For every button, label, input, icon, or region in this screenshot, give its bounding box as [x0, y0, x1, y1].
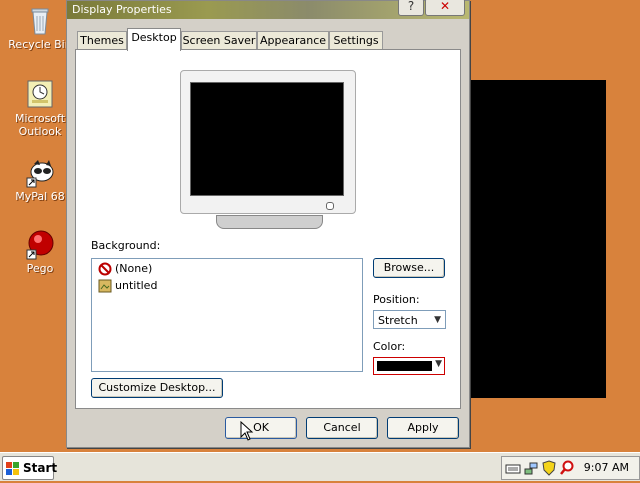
monitor-stand	[216, 215, 323, 229]
window-title: Display Properties	[72, 3, 172, 16]
color-swatch	[377, 361, 432, 371]
ok-button[interactable]: OK	[225, 417, 297, 439]
customize-desktop-button[interactable]: Customize Desktop...	[91, 378, 223, 398]
position-select[interactable]: Stretch ▼	[373, 310, 446, 329]
search-icon[interactable]	[559, 460, 575, 476]
mypal-icon	[24, 156, 56, 188]
button-label: Customize Desktop...	[98, 381, 216, 394]
system-tray: 9:07 AM	[501, 456, 640, 480]
monitor-preview	[180, 70, 356, 229]
cancel-button[interactable]: Cancel	[306, 417, 378, 439]
background-label: Background:	[91, 239, 161, 252]
tab-label: Settings	[333, 34, 379, 47]
tab-themes[interactable]: Themes	[77, 31, 127, 50]
outlook-icon	[24, 78, 56, 110]
button-label: Apply	[407, 421, 439, 434]
desktop-black-area	[469, 80, 606, 398]
monitor-screen	[190, 82, 344, 196]
close-icon: ✕	[439, 0, 451, 13]
network-icon[interactable]	[523, 460, 539, 476]
apply-button[interactable]: Apply	[387, 417, 459, 439]
none-icon	[98, 262, 112, 276]
pego-icon	[24, 228, 56, 260]
tab-label: Screen Saver	[182, 34, 256, 47]
button-label: Browse...	[383, 261, 435, 274]
clock[interactable]: 9:07 AM	[584, 461, 629, 474]
close-button[interactable]: ✕	[425, 0, 465, 16]
windows-logo-icon	[6, 461, 20, 475]
desktop-tab-panel: Background: (None) untitled Browse... Po…	[75, 49, 461, 409]
security-shield-icon[interactable]	[541, 460, 557, 476]
position-label: Position:	[373, 293, 420, 306]
tab-desktop[interactable]: Desktop	[127, 28, 181, 51]
list-item[interactable]: (None)	[98, 261, 152, 277]
image-file-icon	[98, 279, 112, 293]
tab-label: Themes	[80, 34, 124, 47]
button-label: Cancel	[323, 421, 361, 434]
tab-label: Desktop	[131, 31, 177, 44]
keyboard-icon[interactable]	[505, 460, 521, 476]
taskbar: Start 9:07 AM	[0, 452, 640, 481]
display-properties-window: Display Properties ? ✕ Themes Desktop Sc…	[66, 0, 470, 448]
browse-button[interactable]: Browse...	[373, 258, 445, 278]
list-item-label: untitled	[115, 279, 158, 292]
start-label: Start	[23, 461, 58, 475]
chevron-down-icon: ▼	[434, 315, 441, 325]
tab-label: Appearance	[259, 34, 327, 47]
position-value: Stretch	[378, 314, 418, 327]
tab-appearance[interactable]: Appearance	[257, 31, 329, 50]
monitor-power-icon	[326, 202, 334, 210]
start-button[interactable]: Start	[2, 456, 58, 480]
list-item[interactable]: untitled	[98, 278, 157, 294]
chevron-down-icon: ▼	[435, 359, 442, 369]
help-button[interactable]: ?	[398, 0, 424, 16]
recycle-bin-icon	[24, 4, 56, 36]
mouse-cursor-icon	[240, 420, 254, 441]
list-item-label: (None)	[115, 262, 153, 275]
window-titlebar[interactable]: Display Properties ? ✕	[67, 0, 469, 19]
color-label: Color:	[373, 340, 406, 353]
color-picker[interactable]: ▼	[373, 357, 445, 375]
tab-settings[interactable]: Settings	[329, 31, 383, 50]
tab-screen-saver[interactable]: Screen Saver	[181, 31, 257, 50]
background-list[interactable]: (None) untitled	[91, 258, 363, 372]
button-label: OK	[253, 421, 269, 434]
